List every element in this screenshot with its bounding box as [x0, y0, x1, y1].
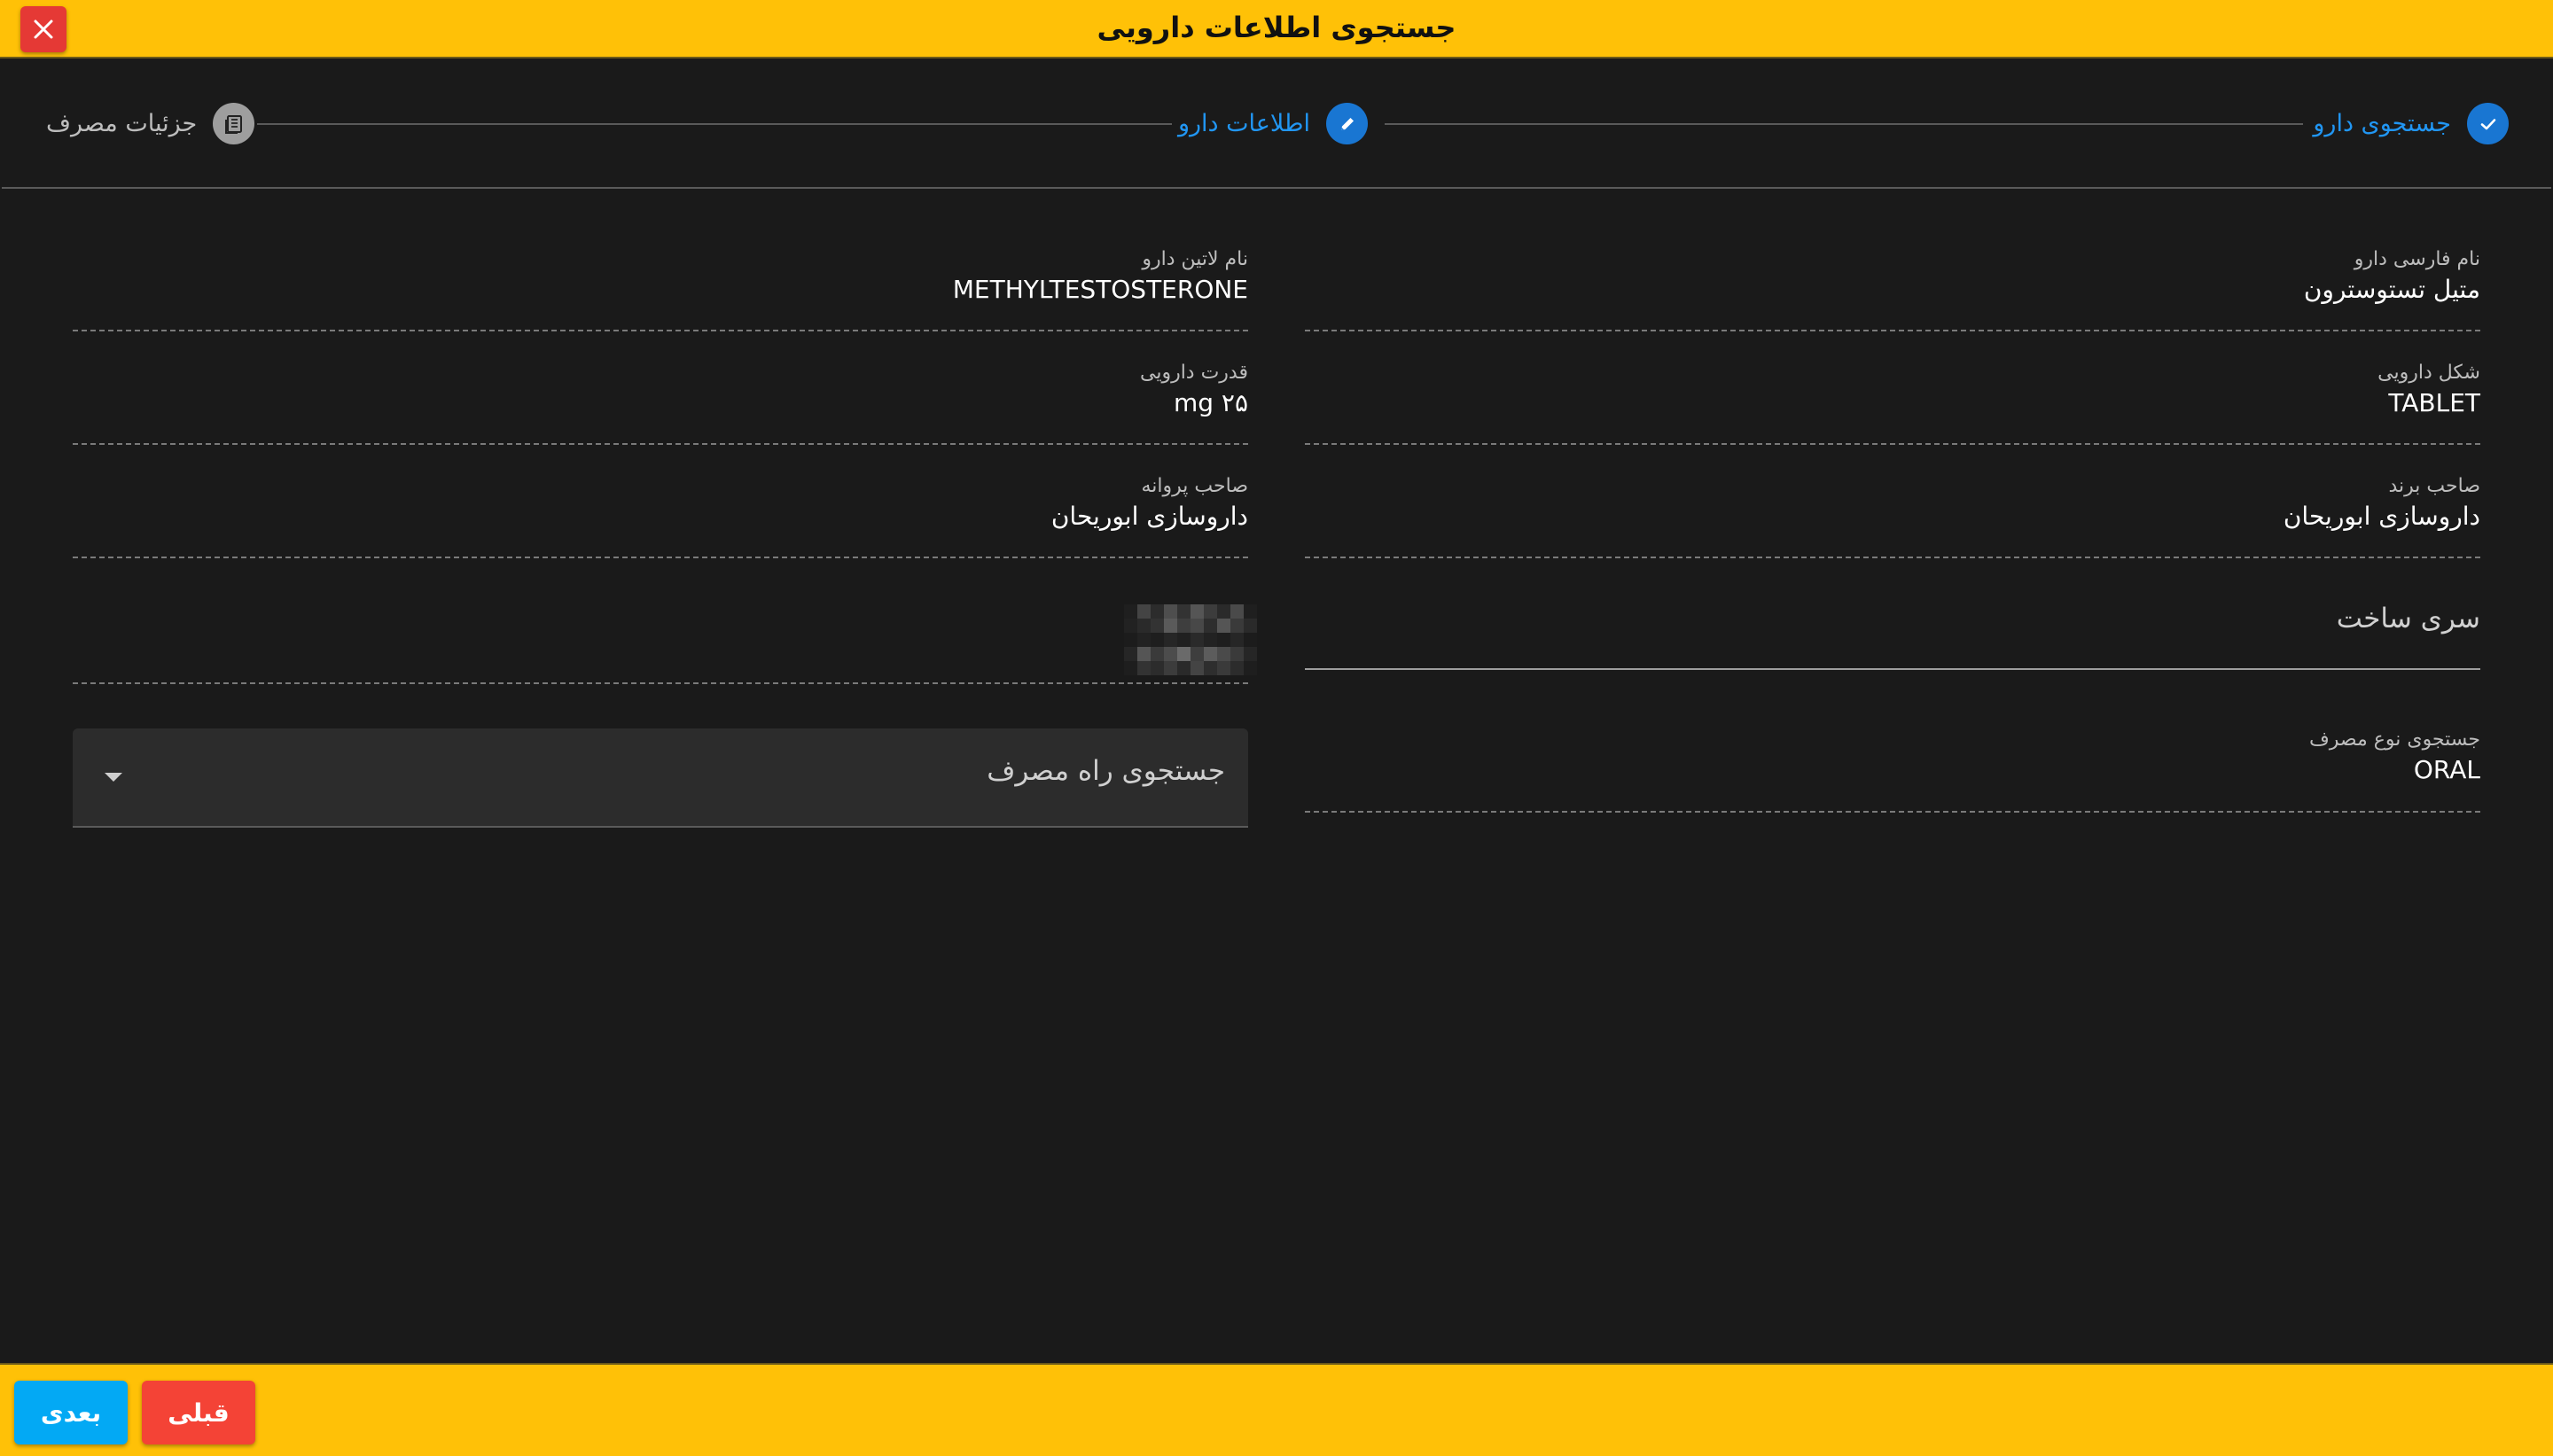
step-label: جزئیات مصرف: [46, 110, 198, 137]
license-owner-label: صاحب پروانه: [1141, 475, 1249, 497]
license-owner-field[interactable]: صاحب پروانه داروسازی ابوریحان: [73, 475, 1248, 558]
persian-name-label: نام فارسی دارو: [2354, 248, 2480, 270]
close-icon: [34, 19, 53, 39]
step-usage-details[interactable]: جزئیات مصرف: [46, 58, 255, 189]
chevron-down-icon[interactable]: [105, 773, 122, 782]
latin-name-label: نام لاتین دارو: [1142, 248, 1248, 270]
persian-name-value: متیل تستوسترون: [2303, 275, 2480, 304]
step-drug-search[interactable]: جستجوی دارو: [2313, 58, 2509, 189]
stepper-connector: [1385, 123, 2303, 125]
strength-field[interactable]: قدرت دارویی ۲۵ mg: [73, 362, 1248, 445]
stepper-connector: [257, 123, 1172, 125]
previous-button[interactable]: قبلی: [142, 1381, 255, 1444]
pencil-icon: [1340, 117, 1354, 130]
stepper: جستجوی دارو اطلاعات دارو جزئیات مصرف: [2, 58, 2551, 189]
check-icon: [2480, 118, 2495, 129]
brand-owner-label: صاحب برند: [2388, 475, 2480, 497]
batch-number-placeholder: سری ساخت: [2336, 603, 2480, 635]
step-pending-badge: [213, 103, 255, 144]
dialog: جستجوی اطلاعات دارویی جستجوی دارو اطلاعا…: [0, 0, 2553, 1456]
step-label: اطلاعات دارو: [1177, 110, 1310, 137]
license-owner-value: داروسازی ابوریحان: [1050, 502, 1248, 531]
strength-value: ۲۵ mg: [1173, 388, 1248, 417]
step-completed-badge: [2467, 103, 2509, 144]
redacted-field: [73, 588, 1257, 684]
consumption-type-value: ORAL: [2413, 755, 2480, 784]
batch-number-input[interactable]: سری ساخت: [1305, 603, 2480, 670]
dosage-form-value: TABLET: [2388, 388, 2480, 417]
dosage-form-label: شکل دارویی: [2377, 362, 2480, 384]
brand-owner-field[interactable]: صاحب برند داروسازی ابوریحان: [1305, 475, 2480, 558]
redacted-value: [1124, 604, 1257, 675]
title-bar: جستجوی اطلاعات دارویی: [0, 0, 2553, 58]
step-drug-info[interactable]: اطلاعات دارو: [1178, 58, 1368, 189]
route-placeholder: جستجوی راه مصرف: [987, 755, 1225, 787]
strength-label: قدرت دارویی: [1139, 362, 1248, 384]
persian-name-field[interactable]: نام فارسی دارو متیل تستوسترون: [1305, 248, 2480, 331]
route-select[interactable]: جستجوی راه مصرف: [73, 728, 1248, 828]
close-button[interactable]: [20, 6, 66, 52]
step-active-badge: [1326, 103, 1368, 144]
footer-bar: بعدی قبلی: [0, 1363, 2553, 1456]
dosage-form-field[interactable]: شکل دارویی TABLET: [1305, 362, 2480, 445]
notebook-icon: [224, 114, 242, 134]
consumption-type-label: جستجوی نوع مصرف: [2308, 728, 2480, 751]
step-label: جستجوی دارو: [2313, 110, 2451, 137]
consumption-type-field[interactable]: جستجوی نوع مصرف ORAL: [1305, 728, 2480, 813]
next-button[interactable]: بعدی: [14, 1381, 128, 1444]
latin-name-value: METHYLTESTOSTERONE: [952, 275, 1248, 304]
latin-name-field[interactable]: نام لاتین دارو METHYLTESTOSTERONE: [73, 248, 1248, 331]
brand-owner-value: داروسازی ابوریحان: [2283, 502, 2480, 531]
dialog-title: جستجوی اطلاعات دارویی: [1097, 11, 1456, 44]
